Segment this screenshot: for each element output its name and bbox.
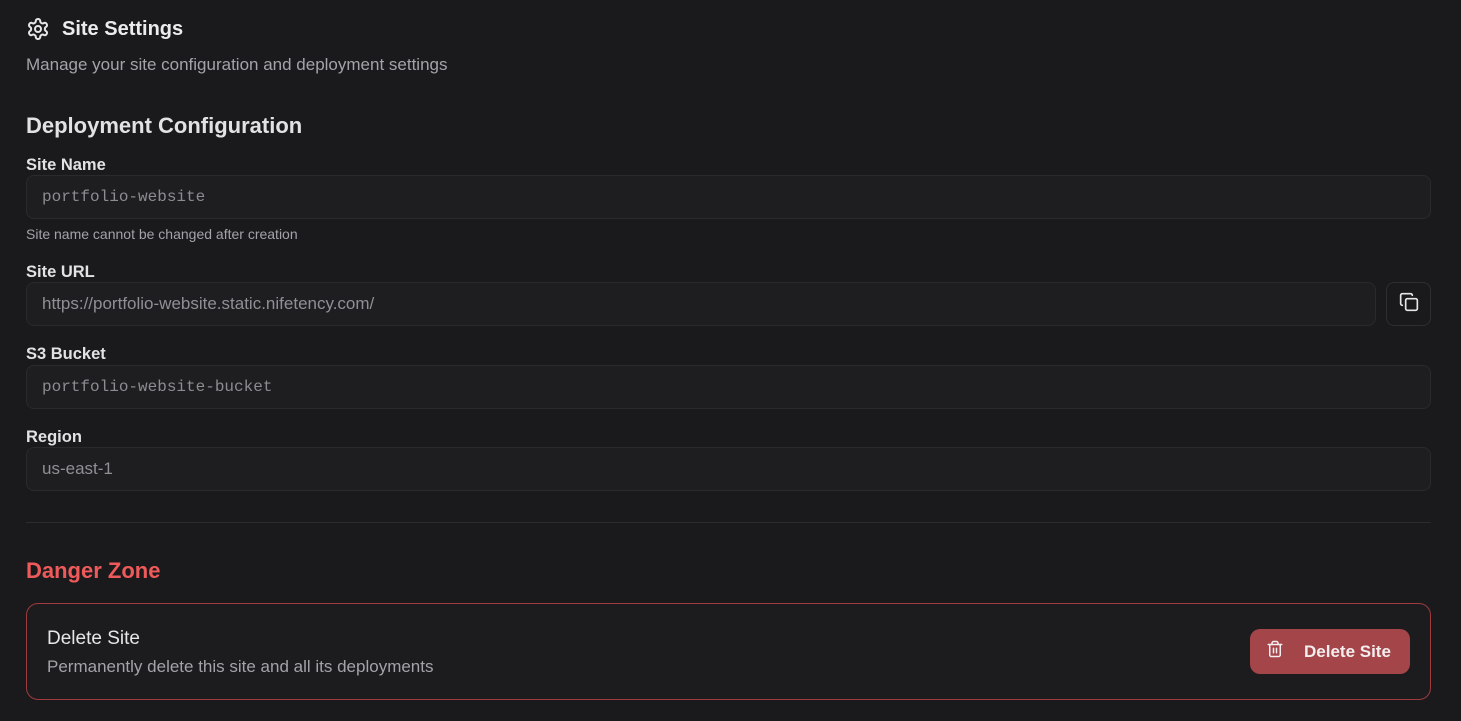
delete-site-card-title: Delete Site [47, 628, 140, 649]
delete-site-card: Delete Site Permanently delete this site… [26, 603, 1431, 700]
site-name-value: portfolio-website [42, 188, 206, 206]
s3-bucket-value: portfolio-website-bucket [42, 378, 273, 396]
site-url-label: Site URL [26, 263, 95, 281]
delete-site-card-description: Permanently delete this site and all its… [47, 657, 434, 676]
page-header: Site Settings [26, 17, 183, 41]
site-url-field[interactable]: https://portfolio-website.static.nifeten… [26, 282, 1376, 326]
section-divider [26, 522, 1431, 523]
s3-bucket-label: S3 Bucket [26, 345, 106, 363]
site-url-value: https://portfolio-website.static.nifeten… [42, 294, 375, 313]
region-label: Region [26, 428, 82, 446]
gear-icon [26, 17, 50, 41]
site-name-help-text: Site name cannot be changed after creati… [26, 226, 298, 242]
copy-icon [1399, 292, 1419, 317]
page-title: Site Settings [62, 17, 184, 40]
site-settings-page: Site Settings Manage your site configura… [0, 0, 1461, 721]
site-name-field[interactable]: portfolio-website [26, 175, 1431, 219]
copy-url-button[interactable] [1386, 282, 1431, 326]
danger-zone-title: Danger Zone [26, 558, 161, 583]
region-value: us-east-1 [42, 459, 113, 478]
s3-bucket-field[interactable]: portfolio-website-bucket [26, 365, 1431, 409]
region-field[interactable]: us-east-1 [26, 447, 1431, 491]
site-name-label: Site Name [26, 156, 106, 174]
page-subtitle: Manage your site configuration and deplo… [26, 55, 448, 74]
deployment-section-title: Deployment Configuration [26, 113, 303, 138]
delete-site-button[interactable]: Delete Site [1250, 629, 1410, 674]
delete-site-button-label: Delete Site [1304, 641, 1391, 661]
trash-icon [1266, 639, 1284, 664]
